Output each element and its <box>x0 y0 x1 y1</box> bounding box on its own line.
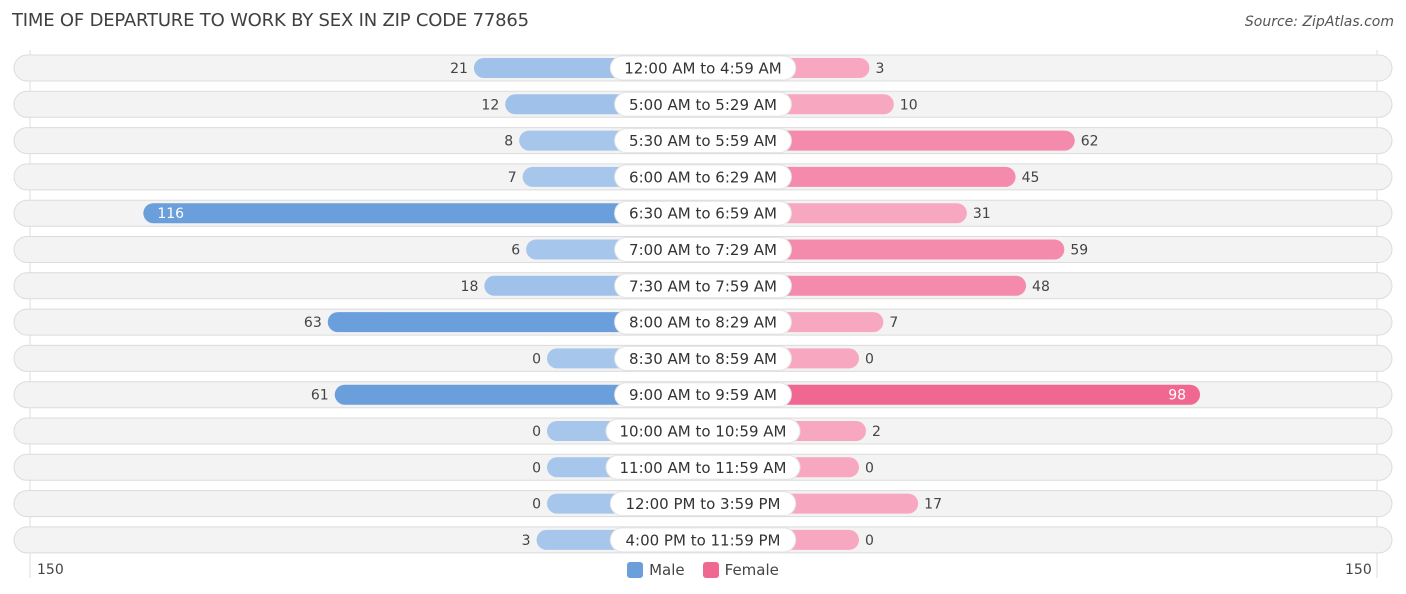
category-label: 8:00 AM to 8:29 AM <box>629 314 777 332</box>
value-label-female: 48 <box>1032 279 1050 295</box>
value-label-female: 0 <box>865 460 874 476</box>
category-label: 7:30 AM to 7:59 AM <box>629 277 777 295</box>
category-label: 6:00 AM to 6:29 AM <box>629 168 777 186</box>
value-label-male: 7 <box>508 170 517 186</box>
value-label-female: 59 <box>1070 243 1088 259</box>
value-label-male: 63 <box>304 315 322 331</box>
legend: Male Female <box>0 561 1406 579</box>
value-label-male: 116 <box>157 206 184 222</box>
category-label: 5:30 AM to 5:59 AM <box>629 132 777 150</box>
value-label-female: 2 <box>872 424 881 440</box>
value-label-female: 31 <box>973 206 991 222</box>
value-label-female: 0 <box>865 533 874 549</box>
legend-label-male: Male <box>649 561 685 579</box>
value-label-male: 8 <box>504 134 513 150</box>
category-label: 10:00 AM to 10:59 AM <box>620 423 787 441</box>
category-label: 4:00 PM to 11:59 PM <box>625 531 780 549</box>
value-label-male: 0 <box>532 460 541 476</box>
legend-swatch-female <box>702 562 719 578</box>
value-label-female: 3 <box>875 61 884 77</box>
legend-label-female: Female <box>724 561 779 579</box>
category-label: 9:00 AM to 9:59 AM <box>629 386 777 404</box>
category-label: 12:00 PM to 3:59 PM <box>625 495 780 513</box>
value-label-male: 3 <box>522 533 531 549</box>
category-label: 5:00 AM to 5:29 AM <box>629 96 777 114</box>
value-label-female: 0 <box>865 351 874 367</box>
category-label: 6:30 AM to 6:59 AM <box>629 205 777 223</box>
value-label-male: 21 <box>450 61 468 77</box>
value-label-male: 6 <box>511 243 520 259</box>
value-label-female: 17 <box>924 497 942 513</box>
value-label-female: 45 <box>1022 170 1040 186</box>
category-label: 12:00 AM to 4:59 AM <box>624 60 781 78</box>
category-label: 8:30 AM to 8:59 AM <box>629 350 777 368</box>
value-label-male: 61 <box>311 388 329 404</box>
value-label-male: 18 <box>461 279 479 295</box>
category-label: 7:00 AM to 7:29 AM <box>629 241 777 259</box>
value-label-female: 10 <box>900 97 918 113</box>
category-label: 11:00 AM to 11:59 AM <box>620 459 787 477</box>
value-label-female: 7 <box>889 315 898 331</box>
legend-item-female: Female <box>702 561 779 579</box>
value-label-female: 98 <box>1168 388 1186 404</box>
legend-item-male: Male <box>627 561 685 579</box>
legend-swatch-male <box>627 562 644 578</box>
value-label-male: 0 <box>532 351 541 367</box>
value-label-female: 62 <box>1081 134 1099 150</box>
value-label-male: 0 <box>532 424 541 440</box>
chart-svg: 21 3 12:00 AM to 4:59 AM 12 10 5:00 AM to 5:2… <box>13 50 1393 578</box>
value-label-male: 0 <box>532 497 541 513</box>
value-label-male: 12 <box>481 97 499 113</box>
